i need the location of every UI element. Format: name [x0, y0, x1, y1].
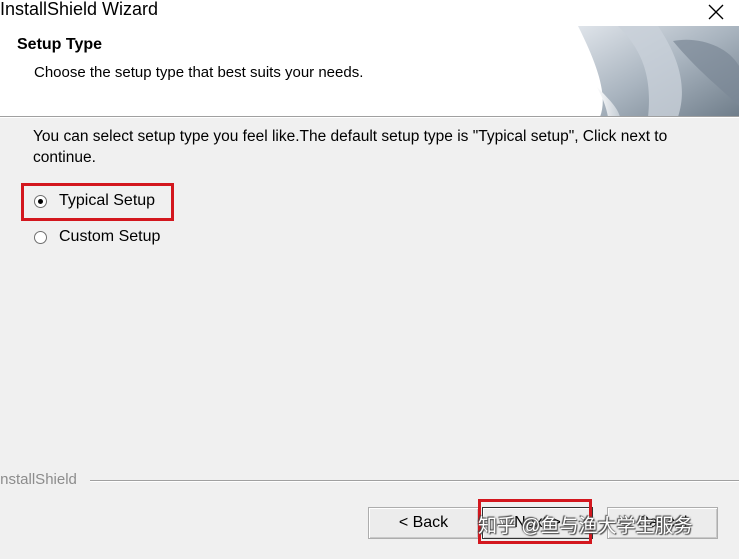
typical-setup-label: Typical Setup [59, 192, 156, 209]
close-icon [708, 4, 724, 20]
wizard-header: Setup Type Choose the setup type that be… [0, 26, 739, 117]
close-button[interactable] [700, 0, 732, 24]
page-subtitle: Choose the setup type that best suits yo… [34, 64, 364, 81]
header-divider-highlight [0, 117, 739, 118]
window-title: InstallShield Wizard [0, 0, 159, 19]
back-button[interactable]: < Back [368, 507, 479, 539]
installshield-banner-art [578, 26, 739, 117]
custom-setup-radio[interactable] [34, 230, 47, 244]
footer-divider-highlight [90, 481, 739, 482]
custom-setup-label: Custom Setup [59, 228, 161, 245]
page-title: Setup Type [17, 36, 103, 53]
typical-setup-radio[interactable] [34, 194, 47, 208]
typical-setup-option[interactable]: Typical Setup [34, 190, 155, 212]
installshield-brand: InstallShield [0, 471, 77, 488]
cancel-button[interactable]: Cancel [607, 507, 718, 539]
instructions-text: You can select setup type you feel like.… [33, 128, 668, 166]
custom-setup-option[interactable]: Custom Setup [34, 226, 160, 248]
next-button[interactable]: Next > [482, 507, 593, 539]
title-bar: InstallShield Wizard [0, 0, 739, 26]
